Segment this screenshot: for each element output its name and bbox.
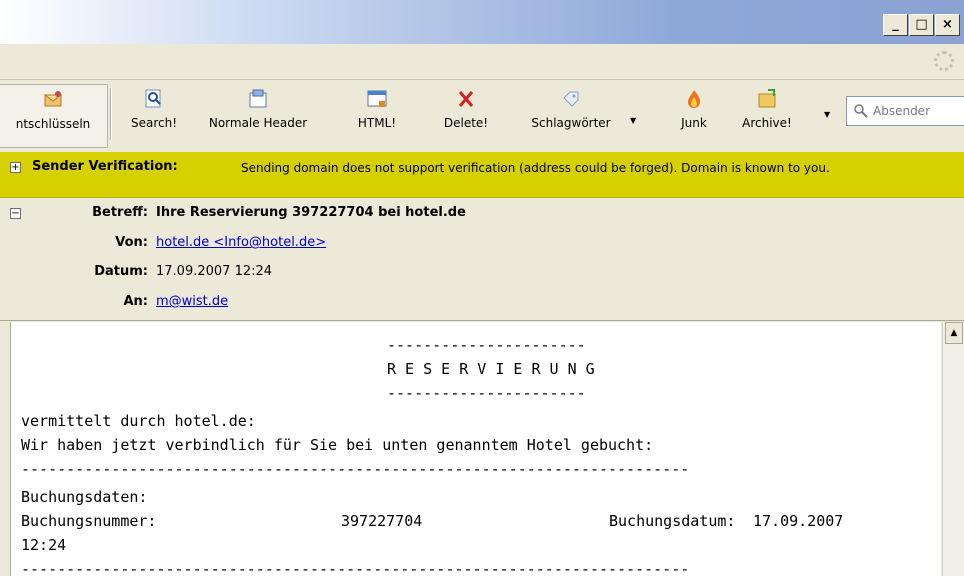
search-icon <box>854 104 868 118</box>
search-icon <box>145 89 161 108</box>
verification-label: Sender Verification: <box>32 159 178 174</box>
heading-rule-top: ---------------------- <box>387 336 586 354</box>
vertical-scrollbar[interactable]: ▲ <box>942 322 964 576</box>
close-button[interactable]: × <box>935 14 960 36</box>
subject-row: Betreff: <box>0 205 148 223</box>
html-icon <box>367 90 387 107</box>
archive-label: Archive! <box>742 116 792 130</box>
delete-button[interactable]: Delete! <box>436 84 496 148</box>
heading-rule-bottom: ---------------------- <box>387 384 586 402</box>
to-row: An: <box>0 294 148 312</box>
archive-dropdown-caret-icon[interactable]: ▼ <box>824 110 830 119</box>
minimize-button[interactable]: _ <box>883 14 908 36</box>
search-label: Search! <box>130 116 178 130</box>
body-line-booked: Wir haben jetzt verbindlich für Sie bei … <box>21 436 654 454</box>
date-value: 17.09.2007 12:24 <box>156 264 273 279</box>
html-label: HTML! <box>357 116 397 130</box>
to-label: An: <box>123 294 148 309</box>
menu-bar <box>0 45 964 80</box>
sender-search-placeholder: Absender <box>873 104 930 118</box>
window-controls: _ □ × <box>883 14 960 36</box>
from-row: Von: <box>0 235 148 253</box>
from-link[interactable]: hotel.de <Info@hotel.de> <box>156 235 326 250</box>
booking-date-label: Buchungsdatum: <box>609 512 736 530</box>
title-bar: _ □ × <box>0 0 964 44</box>
to-link[interactable]: m@wist.de <box>156 294 228 309</box>
tags-dropdown-caret-icon[interactable]: ▼ <box>630 116 636 125</box>
scroll-up-arrow-icon[interactable]: ▲ <box>945 322 963 344</box>
date-row: Datum: <box>0 264 148 282</box>
delete-label: Delete! <box>443 116 489 130</box>
headers-icon <box>249 89 267 108</box>
reservation-heading: R E S E R V I E R U N G <box>387 360 595 378</box>
sender-verification-bar: + Sender Verification: Sending domain do… <box>0 152 964 198</box>
message-body: ---------------------- R E S E R V I E R… <box>10 322 941 576</box>
normal-headers-button[interactable]: Normale Header <box>202 84 314 148</box>
tags-label: Schlagwörter <box>531 116 611 130</box>
junk-button[interactable]: Junk <box>672 84 716 148</box>
junk-icon <box>688 90 700 108</box>
decrypt-icon <box>43 91 63 107</box>
booking-section-title: Buchungsdaten: <box>21 488 148 506</box>
search-button[interactable]: Search! <box>122 84 186 148</box>
junk-label: Junk <box>681 116 707 130</box>
html-button[interactable]: HTML! <box>352 84 402 148</box>
tags-button[interactable]: Schlagwörter <box>518 84 624 148</box>
maximize-button[interactable]: □ <box>909 14 934 36</box>
expand-verification-icon[interactable]: + <box>10 162 21 173</box>
message-headers: − Betreff: Ihre Reservierung 397227704 b… <box>0 198 964 321</box>
message-toolbar: ntschlüsseln Search! Normale Header HTML… <box>0 80 964 153</box>
activity-throbber-icon <box>934 51 954 71</box>
archive-button[interactable]: Archive! <box>734 84 800 148</box>
body-rule-1: ----------------------------------------… <box>21 460 690 478</box>
body-rule-2: ----------------------------------------… <box>21 560 690 576</box>
date-label: Datum: <box>94 264 148 279</box>
normal-headers-label: Normale Header <box>208 116 308 130</box>
booking-time-value: 12:24 <box>21 536 67 554</box>
verification-message: Sending domain does not support verifica… <box>241 161 830 175</box>
delete-icon <box>458 91 474 107</box>
archive-icon <box>758 89 776 108</box>
sender-search-input[interactable]: Absender <box>846 96 964 126</box>
tag-icon <box>563 91 579 107</box>
decrypt-label: ntschlüsseln <box>15 117 91 131</box>
subject-label: Betreff: <box>92 205 148 220</box>
booking-date-value: 17.09.2007 <box>753 512 844 530</box>
from-label: Von: <box>115 235 148 250</box>
booking-number-label: Buchungsnummer: <box>21 512 157 530</box>
body-line-mediated: vermittelt durch hotel.de: <box>21 412 256 430</box>
booking-number-value: 397227704 <box>341 512 423 530</box>
decrypt-button[interactable]: ntschlüsseln <box>0 84 108 148</box>
subject-value: Ihre Reservierung 397227704 bei hotel.de <box>156 205 466 220</box>
